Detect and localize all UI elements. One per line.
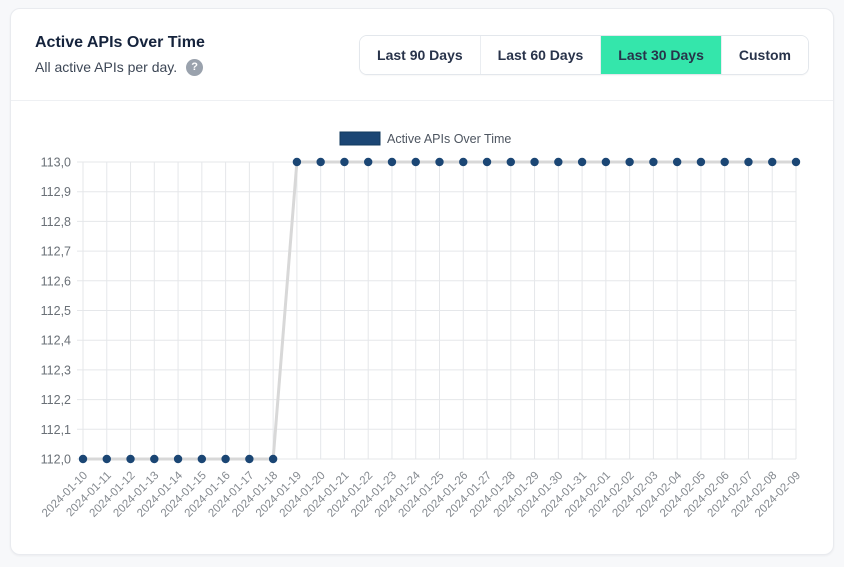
y-axis-tick-label: 112,3 [41,363,71,377]
data-point [530,157,539,167]
data-point [126,454,135,464]
y-axis-tick-label: 113,0 [41,156,71,170]
data-point [791,157,801,167]
data-point [340,157,349,167]
range-button-custom[interactable]: Custom [720,35,808,74]
data-point [696,157,706,167]
data-point [316,157,325,167]
data-point [78,454,88,464]
data-point [744,157,753,167]
y-axis-tick-label: 112,8 [41,215,71,229]
chart-area: 112,0 112,1 112,2 112,3 112,4 112,5 112,6 112,7… [11,101,833,554]
data-point [601,157,611,167]
data-point [435,157,444,167]
legend-label: Active APIs Over Time [387,132,511,146]
chart-card: Active APIs Over Time All active APIs pe… [10,8,834,555]
data-point [150,454,159,464]
data-point [672,157,682,167]
data-point [554,157,563,167]
y-axis-tick-label: 112,5 [41,304,71,318]
page-title: Active APIs Over Time [35,33,205,51]
data-point [387,157,397,167]
data-point [245,454,254,464]
data-point [482,157,492,167]
y-axis-tick-label: 112,6 [41,274,71,288]
y-axis-tick-label: 112,1 [41,423,71,437]
data-point [577,157,587,167]
data-point [173,454,183,464]
y-axis-tick-label: 112,4 [41,334,71,348]
legend-swatch [339,131,381,146]
data-point [649,157,658,167]
data-point [197,454,207,464]
date-range-button-group: Last 90 Days Last 60 Days Last 30 Days C… [359,34,809,75]
range-button-last-30-days[interactable]: Last 30 Days [600,35,721,74]
chart-subtitle: All active APIs per day. [35,59,178,75]
data-point [102,454,111,464]
chart-svg: 112,0 112,1 112,2 112,3 112,4 112,5 112,6 112,7… [40,131,803,520]
header-text-block: Active APIs Over Time All active APIs pe… [35,34,205,76]
data-point [221,454,230,464]
y-axis-tick-label: 112,9 [41,185,71,199]
y-axis-tick-label: 112,7 [41,245,71,259]
data-point [411,157,420,167]
range-button-last-90-days[interactable]: Last 90 Days [360,35,480,74]
help-icon[interactable]: ? [186,58,204,76]
range-button-last-60-days[interactable]: Last 60 Days [479,35,601,74]
y-axis-tick-label: 112,2 [41,393,71,407]
data-point [292,157,302,167]
data-point [459,157,468,167]
data-point [720,157,729,167]
data-point [768,157,777,167]
data-point [268,454,278,464]
data-point [364,157,373,167]
data-point [625,157,634,167]
chart-card-header: Active APIs Over Time All active APIs pe… [11,9,833,101]
y-axis-tick-label: 112,0 [41,453,71,467]
data-point [506,157,515,167]
